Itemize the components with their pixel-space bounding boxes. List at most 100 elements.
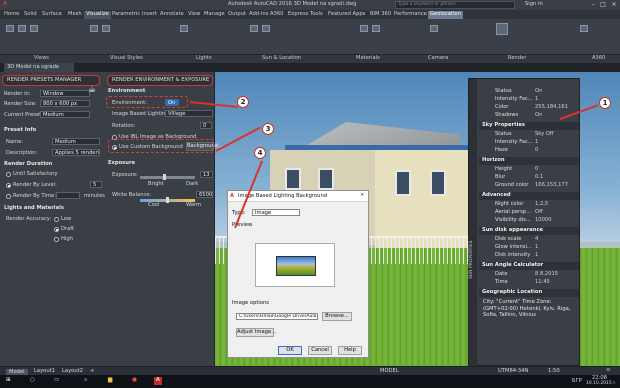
render-level-input[interactable]: 5 [90, 181, 102, 188]
maximize-button[interactable]: □ [598, 1, 608, 9]
tab-surface[interactable]: Surface [40, 11, 64, 19]
tab-manage[interactable]: Manage [202, 11, 227, 19]
sun-disk-header[interactable]: Sun disk appearance [479, 227, 579, 235]
accuracy-low-radio[interactable] [54, 217, 59, 222]
clock-date[interactable]: 10.10.2015 r. [586, 381, 616, 387]
prop-row[interactable]: Intensity Fac... 1 [479, 139, 579, 147]
advanced-header[interactable]: Advanced [479, 192, 579, 200]
create-light-icon[interactable] [180, 25, 188, 32]
accuracy-high-radio[interactable] [54, 237, 59, 242]
help-button[interactable]: Help [338, 346, 362, 355]
render-time-input[interactable] [56, 192, 80, 199]
set-location-icon[interactable] [262, 25, 270, 32]
tab-visualize[interactable]: Visualize [84, 11, 111, 19]
prop-row[interactable]: Night color 1,2,5 [479, 201, 579, 209]
panel-label-materials[interactable]: Materials [356, 55, 380, 61]
panel-label-a360[interactable]: A360 [592, 55, 605, 61]
windows-start-icon[interactable]: ⊞ [6, 377, 11, 384]
render-by-level-radio[interactable] [6, 183, 11, 188]
tab-home[interactable]: Home [2, 11, 21, 19]
autocad-logo-icon[interactable]: A [3, 1, 7, 7]
minimize-button[interactable]: – [588, 1, 598, 9]
horizon-header[interactable]: Horizon [479, 157, 579, 165]
file-explorer-icon[interactable]: ▆ [108, 377, 112, 384]
tab-add-ins[interactable]: Add-ins [247, 11, 270, 19]
search-icon[interactable]: ○ [30, 377, 35, 384]
until-satisfactory-radio[interactable] [6, 172, 11, 177]
sun-status-icon[interactable] [250, 25, 258, 32]
description-field[interactable]: Applies 5 rendering levels [52, 149, 100, 156]
prop-row[interactable]: Status On [479, 88, 579, 96]
prop-row[interactable]: Disk intensity 1 [479, 252, 579, 260]
adjust-image-button[interactable]: Adjust Image... [236, 328, 276, 337]
panel-label-visual-styles[interactable]: Visual Styles [110, 55, 143, 61]
rotation-input[interactable]: 0 [200, 122, 212, 129]
autocad-taskbar-icon[interactable]: A [154, 377, 162, 385]
prop-row[interactable]: Date 8.8.2015 [479, 271, 579, 279]
type-select[interactable]: Image [252, 209, 300, 216]
keyboard-language[interactable]: БГР [572, 378, 582, 384]
create-camera-icon[interactable] [430, 25, 438, 32]
accuracy-draft-radio[interactable] [54, 227, 59, 232]
prop-row[interactable]: Haze 0 [479, 147, 579, 155]
exposure-section-label[interactable]: Exposure [108, 160, 135, 166]
tab-insert[interactable]: Insert [140, 11, 159, 19]
prop-row[interactable]: Visibility dis... 10000 [479, 217, 579, 225]
panel-label-views[interactable]: Views [34, 55, 49, 61]
cancel-button[interactable]: Cancel [308, 346, 332, 355]
exposure-slider[interactable] [140, 176, 195, 179]
tab-annotate[interactable]: Annotate [158, 11, 186, 19]
materials-browser-icon[interactable] [360, 25, 368, 32]
view-cube-icon[interactable] [6, 25, 14, 32]
browse-button[interactable]: Browse... [322, 312, 352, 321]
lights-materials-label[interactable]: Lights and Materials [4, 205, 64, 211]
layout-tab-layout1[interactable]: Layout1 [34, 368, 55, 374]
dialog-close-icon[interactable]: × [360, 192, 364, 198]
coordinate-system-label[interactable]: UTM84-34N [498, 368, 528, 374]
named-views-icon[interactable] [18, 25, 26, 32]
render-to-size-icon[interactable] [496, 23, 508, 35]
prop-row[interactable]: Intensity Fac... 1 [479, 96, 579, 104]
prop-row[interactable]: Status Sky Off [479, 131, 579, 139]
edge-icon[interactable]: e [84, 377, 87, 384]
exposure-slider-handle[interactable] [163, 174, 166, 180]
render-in-select[interactable]: Window [40, 90, 90, 97]
sign-in-link[interactable]: Sign In [525, 1, 543, 7]
chrome-icon[interactable]: ● [132, 377, 137, 384]
tab-a360[interactable]: A360 [268, 11, 285, 19]
prop-row[interactable]: Color 255,184,161 [479, 104, 579, 112]
render-by-time-radio[interactable] [6, 194, 11, 199]
layout-tab-layout2[interactable]: Layout2 [62, 368, 83, 374]
exposure-input[interactable]: 13 [200, 171, 213, 178]
prop-row[interactable]: Time 11:45 [479, 279, 579, 287]
render-duration-label[interactable]: Render Duration [4, 161, 52, 167]
prop-row[interactable]: Glow intensi... 1 [479, 244, 579, 252]
tab-geolocation[interactable]: Geolocation [428, 11, 463, 19]
sun-angle-header[interactable]: Sun Angle Calculator [479, 262, 579, 270]
palette-side-strip[interactable] [469, 79, 477, 367]
doc-tab-3d-model[interactable]: 3D Model na sgrade [4, 63, 74, 72]
close-button[interactable]: × [609, 1, 619, 9]
ibl-select[interactable]: Village [165, 110, 213, 117]
customization-menu-icon[interactable]: ≡ [606, 367, 610, 373]
tab-performance[interactable]: Performance [392, 11, 429, 19]
prop-row[interactable]: Blur 0.1 [479, 174, 579, 182]
tab-solid[interactable]: Solid [22, 11, 39, 19]
name-field[interactable]: Medium [52, 138, 100, 145]
current-preset-select[interactable]: Medium [40, 111, 90, 118]
add-layout-icon[interactable]: + [90, 368, 94, 374]
prop-row[interactable]: Ground color 166,153,177 [479, 182, 579, 190]
shadows-icon[interactable] [102, 25, 110, 32]
image-path-field[interactable]: C:\Users\Ismail\Google Drive\Aula.bg [236, 313, 318, 320]
search-input[interactable]: Type a keyword or phrase [395, 1, 515, 9]
tab-bim-360[interactable]: BIM 360 [368, 11, 393, 19]
annotation-scale[interactable]: 1:50 [548, 368, 560, 374]
geographic-location-header[interactable]: Geographic Location [479, 289, 579, 297]
environment-section-label[interactable]: Environment [108, 88, 145, 94]
ok-button[interactable]: OK [278, 346, 302, 355]
tab-featured-apps[interactable]: Featured Apps [326, 11, 367, 19]
render-size-select[interactable]: 800 x 600 px [40, 100, 90, 107]
model-space-toggle[interactable]: MODEL [380, 368, 399, 374]
task-view-icon[interactable]: ▭ [54, 377, 59, 384]
tab-view[interactable]: View [186, 11, 202, 19]
